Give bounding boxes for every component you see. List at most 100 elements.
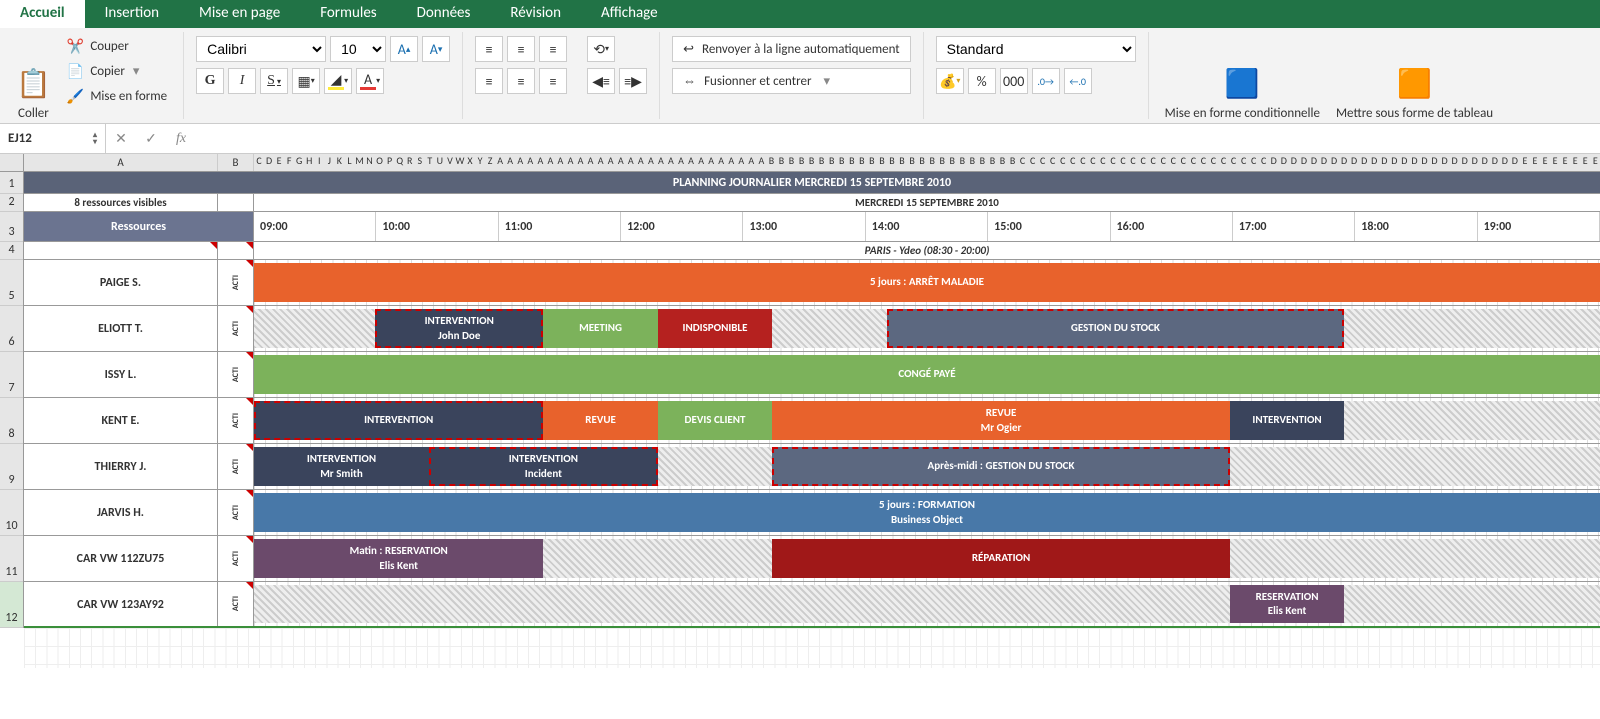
font-color-button[interactable]: A▾	[356, 68, 384, 94]
col-header-b[interactable]: B	[218, 154, 254, 171]
task-block[interactable]: CONGÉ PAYÉ	[254, 355, 1600, 394]
task-block[interactable]: DEVIS CLIENT	[658, 401, 772, 440]
task-block[interactable]: MEETING	[543, 309, 657, 348]
increase-font-button[interactable]: A▴	[390, 36, 418, 62]
column-headers[interactable]: A B CDEFGHIJKLMNOPQRSTUVWXYZAAAAAAAAAAAA…	[0, 154, 1600, 172]
timeline[interactable]: RESERVATIONElis Kent	[254, 582, 1600, 626]
task-block[interactable]: RESERVATIONElis Kent	[1230, 585, 1344, 623]
tab-mise-en-page[interactable]: Mise en page	[179, 0, 300, 28]
decrease-decimal-button[interactable]: ←.0	[1064, 68, 1092, 94]
row-header[interactable]: 6	[0, 306, 23, 352]
tab-insertion[interactable]: Insertion	[85, 0, 179, 28]
acti-cell[interactable]: ACTI	[218, 444, 254, 489]
cancel-formula-button[interactable]: ✕	[106, 130, 136, 147]
thousands-button[interactable]: 000	[1000, 68, 1028, 94]
percent-button[interactable]: %	[968, 68, 996, 94]
underline-button[interactable]: S▾	[260, 68, 288, 94]
align-top-button[interactable]: ≡	[475, 36, 503, 62]
task-block[interactable]: RÉPARATION	[772, 539, 1230, 578]
timeline[interactable]: INTERVENTION REVUE DEVIS CLIENT REVUEMr …	[254, 398, 1600, 443]
empty-grid[interactable]	[24, 628, 1600, 668]
font-size-select[interactable]: 10	[330, 36, 386, 62]
timeline[interactable]: Matin : RESERVATIONElis Kent RÉPARATION	[254, 536, 1600, 581]
orientation-button[interactable]: ⟲▾	[587, 36, 615, 62]
row-headers[interactable]: 1 2 3 4 5 6 7 8 9 10 11 12	[0, 172, 24, 628]
tab-accueil[interactable]: Accueil	[0, 0, 85, 28]
align-left-button[interactable]: ≡	[475, 68, 503, 94]
task-block[interactable]: INTERVENTIONJohn Doe	[375, 309, 543, 348]
acti-cell[interactable]: ACTI	[218, 352, 254, 397]
col-headers-rest[interactable]: CDEFGHIJKLMNOPQRSTUVWXYZAAAAAAAAAAAAAAAA…	[254, 154, 1600, 171]
fill-color-button[interactable]: ◢▾	[324, 68, 352, 94]
tab-formules[interactable]: Formules	[300, 0, 396, 28]
resource-name[interactable]: THIERRY J.	[24, 444, 218, 489]
row-header[interactable]: 12	[0, 582, 23, 628]
wrap-text-button[interactable]: ↩Renvoyer à la ligne automatiquement	[672, 36, 911, 62]
acti-cell[interactable]: ACTI	[218, 490, 254, 535]
row-header[interactable]: 1	[0, 172, 23, 194]
timeline[interactable]: 5 jours : ARRÊT MALADIE	[254, 260, 1600, 305]
border-button[interactable]: ▦▾	[292, 68, 320, 94]
format-table-button[interactable]: 🟧 Mettre sous forme de tableau	[1332, 36, 1497, 124]
align-center-button[interactable]: ≡	[507, 68, 535, 94]
task-block[interactable]: INTERVENTIONMr Smith	[254, 447, 429, 486]
task-block[interactable]: INTERVENTIONIncident	[429, 447, 658, 486]
task-block[interactable]: GESTION DU STOCK	[887, 309, 1345, 348]
accept-formula-button[interactable]: ✓	[136, 130, 166, 147]
decrease-font-button[interactable]: A▾	[422, 36, 450, 62]
row-header[interactable]: 8	[0, 398, 23, 444]
task-block[interactable]: 5 jours : FORMATIONBusiness Object	[254, 493, 1600, 532]
name-box[interactable]: EJ12 ▴▾	[0, 124, 106, 153]
timeline[interactable]: 5 jours : FORMATIONBusiness Object	[254, 490, 1600, 535]
increase-decimal-button[interactable]: .0→	[1032, 68, 1060, 94]
resource-name[interactable]: JARVIS H.	[24, 490, 218, 535]
task-block[interactable]: REVUEMr Ogier	[772, 401, 1230, 440]
acti-cell[interactable]: ACTI	[218, 582, 254, 626]
conditional-format-button[interactable]: 🟦 Mise en forme conditionnelle	[1161, 36, 1324, 124]
copy-button[interactable]: 📄Copier▾	[63, 61, 171, 82]
task-block[interactable]: Après-midi : GESTION DU STOCK	[772, 447, 1230, 486]
row-header[interactable]: 2	[0, 194, 23, 212]
task-block[interactable]: INTERVENTION	[254, 401, 543, 440]
resource-name[interactable]: ISSY L.	[24, 352, 218, 397]
resource-name[interactable]: ELIOTT T.	[24, 306, 218, 351]
acti-cell[interactable]: ACTI	[218, 260, 254, 305]
align-right-button[interactable]: ≡	[539, 68, 567, 94]
task-block[interactable]: INTERVENTION	[1230, 401, 1344, 440]
merge-center-button[interactable]: ⇔Fusionner et centrer▾	[672, 68, 911, 94]
row-header[interactable]: 5	[0, 260, 23, 306]
cut-button[interactable]: ✂️Couper	[63, 36, 171, 57]
task-block[interactable]: Matin : RESERVATIONElis Kent	[254, 539, 543, 578]
row-header[interactable]: 9	[0, 444, 23, 490]
task-block[interactable]: INDISPONIBLE	[658, 309, 772, 348]
row-header[interactable]: 10	[0, 490, 23, 536]
timeline[interactable]: INTERVENTIONJohn Doe MEETING INDISPONIBL…	[254, 306, 1600, 351]
bold-button[interactable]: G	[196, 68, 224, 94]
italic-button[interactable]: I	[228, 68, 256, 94]
align-bottom-button[interactable]: ≡	[539, 36, 567, 62]
increase-indent-button[interactable]: ≡▶	[619, 68, 647, 94]
tab-affichage[interactable]: Affichage	[581, 0, 678, 28]
acti-cell[interactable]: ACTI	[218, 536, 254, 581]
currency-button[interactable]: 💰▾	[936, 68, 964, 94]
timeline[interactable]: CONGÉ PAYÉ	[254, 352, 1600, 397]
format-painter-button[interactable]: 🖌️Mise en forme	[63, 86, 171, 107]
tab-revision[interactable]: Révision	[490, 0, 581, 28]
font-name-select[interactable]: Calibri	[196, 36, 326, 62]
paste-button[interactable]: 📋 Coller	[12, 36, 55, 124]
acti-cell[interactable]: ACTI	[218, 398, 254, 443]
resource-name[interactable]: PAIGE S.	[24, 260, 218, 305]
task-block[interactable]: 5 jours : ARRÊT MALADIE	[254, 263, 1600, 302]
resource-name[interactable]: CAR VW 112ZU75	[24, 536, 218, 581]
row-header[interactable]: 7	[0, 352, 23, 398]
tab-donnees[interactable]: Données	[397, 0, 491, 28]
decrease-indent-button[interactable]: ◀≡	[587, 68, 615, 94]
resource-name[interactable]: KENT E.	[24, 398, 218, 443]
align-middle-button[interactable]: ≡	[507, 36, 535, 62]
row-header[interactable]: 11	[0, 536, 23, 582]
col-header-a[interactable]: A	[24, 154, 218, 171]
resource-name[interactable]: CAR VW 123AY92	[24, 582, 218, 626]
number-format-select[interactable]: Standard	[936, 36, 1136, 62]
timeline[interactable]: INTERVENTIONMr Smith INTERVENTIONInciden…	[254, 444, 1600, 489]
select-all-corner[interactable]	[0, 154, 24, 171]
